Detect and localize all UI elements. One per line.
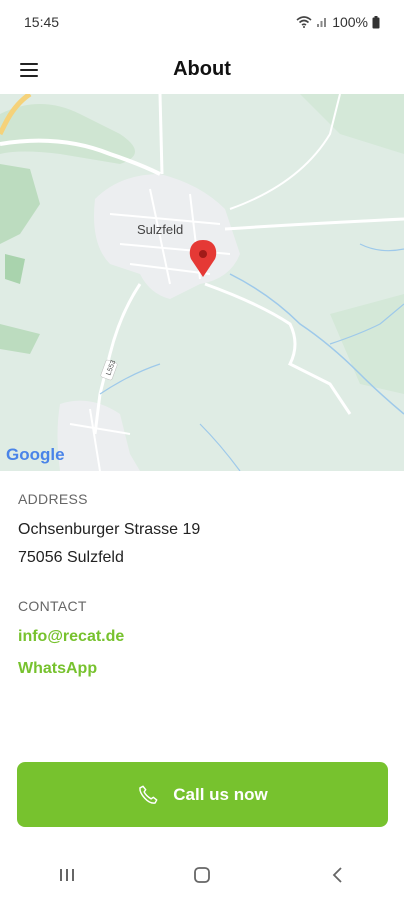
town-label: Sulzfeld (137, 222, 183, 237)
status-bar: 15:45 100% (0, 0, 404, 44)
system-nav-bar (0, 850, 404, 900)
recent-apps-icon[interactable] (58, 867, 76, 883)
signal-icon (317, 18, 327, 27)
battery-icon (372, 15, 380, 28)
address-label: ADDRESS (18, 491, 88, 507)
email-link[interactable]: info@recat.de (18, 628, 124, 646)
status-icons: 100% (296, 14, 380, 30)
back-button[interactable] (307, 855, 367, 895)
phone-icon (139, 785, 158, 804)
status-time: 15:45 (24, 14, 60, 30)
recent-apps-button[interactable] (37, 855, 97, 895)
app-bar: About (0, 44, 404, 94)
address-line-2: 75056 Sulzfeld (18, 549, 124, 566)
back-icon[interactable] (331, 866, 343, 884)
hamburger-menu-icon[interactable] (16, 56, 44, 84)
wifi-icon (296, 16, 312, 28)
whatsapp-link[interactable]: WhatsApp (18, 660, 97, 678)
page-title: About (173, 57, 231, 80)
map-graphic[interactable]: L553 Sulzfeld Google (0, 94, 404, 471)
home-button[interactable] (172, 855, 232, 895)
contact-label: CONTACT (18, 598, 87, 614)
google-attribution: Google (6, 445, 65, 464)
address-line-1: Ochsenburger Strasse 19 (18, 521, 201, 538)
battery-percent: 100% (332, 14, 368, 30)
call-button-label: Call us now (173, 784, 268, 804)
map-view[interactable]: L553 Sulzfeld Google (0, 94, 404, 471)
menu-button[interactable] (16, 56, 44, 84)
call-us-button[interactable]: Call us now (17, 762, 388, 827)
home-icon[interactable] (193, 866, 211, 884)
